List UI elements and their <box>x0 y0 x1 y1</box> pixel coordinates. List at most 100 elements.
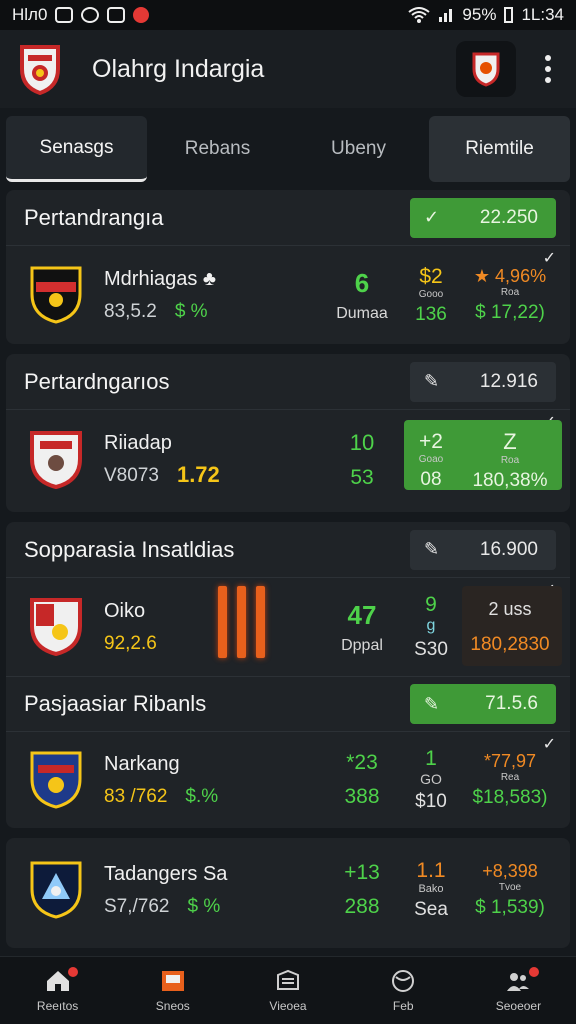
odd-sub: Sea <box>414 899 448 920</box>
score: 6 <box>354 267 370 298</box>
team-crest-icon <box>30 751 82 809</box>
trend-value: Z <box>503 428 517 454</box>
tab-senasgs[interactable]: Senasgs <box>6 116 147 182</box>
nav-item-sneos[interactable]: Sneos <box>115 957 230 1024</box>
pen-icon: ✎ <box>424 371 440 391</box>
odd-sub: 136 <box>415 303 447 325</box>
stat-pill[interactable]: ✎ 71.5.6 <box>410 684 556 724</box>
team-name: Riiadap <box>104 432 172 454</box>
match-row[interactable]: Riiadap V8073 1.72 10 53 +2 Goao 08 Z Roa 180,… <box>6 410 570 510</box>
app-logo-icon[interactable] <box>18 43 62 95</box>
odd-label: Gooo <box>418 288 444 300</box>
match-card[interactable]: Sopparasia Insatldias ✎16.900 ✓ Oiko 92,… <box>6 522 570 828</box>
match-card[interactable]: Pertandrangıa ✓ 22.250 ✓ Mdrhiagas ♣ 83,5… <box>6 190 570 344</box>
alert-icon <box>133 7 150 23</box>
stat-pill[interactable]: ✎ 12.916 <box>410 361 556 402</box>
home-icon <box>46 970 69 991</box>
score-label: 288 <box>344 895 380 918</box>
score-label: Dppal <box>341 636 383 654</box>
users-icon <box>507 972 530 991</box>
trend-label: Tvoe <box>498 882 522 893</box>
odd-label: g <box>426 617 436 634</box>
odd-label: Bako <box>418 883 444 895</box>
score-label: 53 <box>350 466 374 489</box>
team-crest-icon <box>30 861 82 919</box>
odd-value: 9 <box>425 593 437 616</box>
pill-value: 16.900 <box>479 538 538 560</box>
club-badge-button[interactable] <box>456 41 516 97</box>
app-bar: Olahrg Indargia <box>0 30 576 108</box>
stadium-icon <box>277 969 299 990</box>
team-stat: S7,/762 <box>104 895 170 917</box>
trend-value: +8,398 <box>482 861 538 881</box>
team-stat: 83 /762 <box>104 785 168 807</box>
battery-level: 95% <box>462 5 497 24</box>
team-stat: V8073 <box>104 465 159 486</box>
team-change: $.% <box>185 785 219 807</box>
team-crest-icon <box>30 266 82 324</box>
match-row[interactable]: Tadangers Sa S7,/762 $ % +13 288 1.1 Bako Se… <box>6 838 570 942</box>
match-row[interactable]: Mdrhiagas ♣ 83,5.2 $ % 6 Dumaa $2 Gooo 136 ★… <box>6 246 570 344</box>
tab-ubeny[interactable]: Ubeny <box>288 116 429 182</box>
price-value: $ 1,539) <box>475 897 545 918</box>
odd-label: Goao <box>418 453 444 465</box>
notification-icon <box>55 7 74 23</box>
nav-item-feb[interactable]: Feb <box>346 957 461 1024</box>
trend-label: Rea <box>500 772 520 783</box>
nav-label: Feb <box>392 998 414 1013</box>
team-change: $ % <box>174 300 208 322</box>
match-row[interactable]: Oiko 92,2.6 47 Dppal 9 g S30 2 uss 180,2830 <box>6 578 570 676</box>
nav-item-vieoea[interactable]: Vieoea <box>230 957 345 1024</box>
team-stat: 92,2.6 <box>104 632 157 654</box>
trend-value: 2 uss <box>488 598 532 619</box>
notification-dot <box>68 967 78 977</box>
more-menu-icon[interactable] <box>538 55 558 83</box>
price-value: 180,38% <box>472 469 548 491</box>
nav-label: Reeıtos <box>36 998 79 1013</box>
price-value: 180,2830 <box>470 633 550 655</box>
team-name: Mdrhiagas ♣ <box>104 267 217 290</box>
score: 10 <box>349 430 375 455</box>
pen-icon: ✎ <box>424 539 440 559</box>
wifi-icon <box>408 7 431 23</box>
tab-rebans[interactable]: Rebans <box>147 116 288 182</box>
odd-label: GO <box>420 771 442 787</box>
card-title: Pertandrangıa <box>24 204 164 230</box>
match-row[interactable]: Narkang 83 /762 $.% *23 388 1 GO $10 *77,97 R… <box>6 732 570 828</box>
stat-pill[interactable]: ✓ 22.250 <box>410 197 556 238</box>
team-crest-icon <box>30 431 82 490</box>
match-card[interactable]: Tadangers Sa S7,/762 $ % +13 288 1.1 Bako Se… <box>6 838 570 948</box>
nav-item-seoeoer[interactable]: Seoeoer <box>461 957 576 1024</box>
bottom-nav: Reeıtos Sneos Vieoea Feb Seoeoer <box>0 956 576 1024</box>
trend-value: ★ 4,96% <box>473 266 547 286</box>
card-title: Pasjaasiar Ribanls <box>24 691 207 716</box>
pen-icon: ✎ <box>424 693 440 714</box>
stat-pill[interactable]: ✎ 16.900 <box>410 529 556 570</box>
image-icon <box>107 7 126 23</box>
trend-label: Roa <box>500 287 520 298</box>
battery-icon <box>504 7 514 23</box>
price-value: $ 17,22) <box>475 302 545 323</box>
pill-value: 12.916 <box>479 370 538 392</box>
flag-icon <box>161 970 184 991</box>
pen-icon: ✓ <box>424 207 440 227</box>
team-stat: 83,5.2 <box>104 300 157 322</box>
tab-riemtile[interactable]: Riemtile <box>429 116 570 182</box>
odd-sub: $10 <box>415 791 447 812</box>
team-crest-icon <box>30 598 82 657</box>
match-card[interactable]: Pertardngarıos ✎12.916 ✓ Riiadap V80731.… <box>6 354 570 512</box>
score-label: 388 <box>344 785 380 808</box>
card-title: Sopparasia Insatldias <box>24 536 235 562</box>
score: *23 <box>346 751 378 774</box>
app-title: Olahrg Indargia <box>92 54 265 83</box>
tab-bar: Senasgs Rebans Ubeny Riemtile <box>6 116 570 182</box>
club-badge-icon <box>472 52 500 87</box>
odd-value: $2 <box>419 264 443 288</box>
nav-label: Sneos <box>155 998 190 1013</box>
trend-label: Roa <box>500 454 520 466</box>
nav-item-home[interactable]: Reeıtos <box>0 957 115 1024</box>
team-rating: 1.72 <box>176 462 220 487</box>
pill-value: 71.5.6 <box>485 693 538 714</box>
team-name: Narkang <box>104 752 180 775</box>
score: +13 <box>344 861 380 884</box>
